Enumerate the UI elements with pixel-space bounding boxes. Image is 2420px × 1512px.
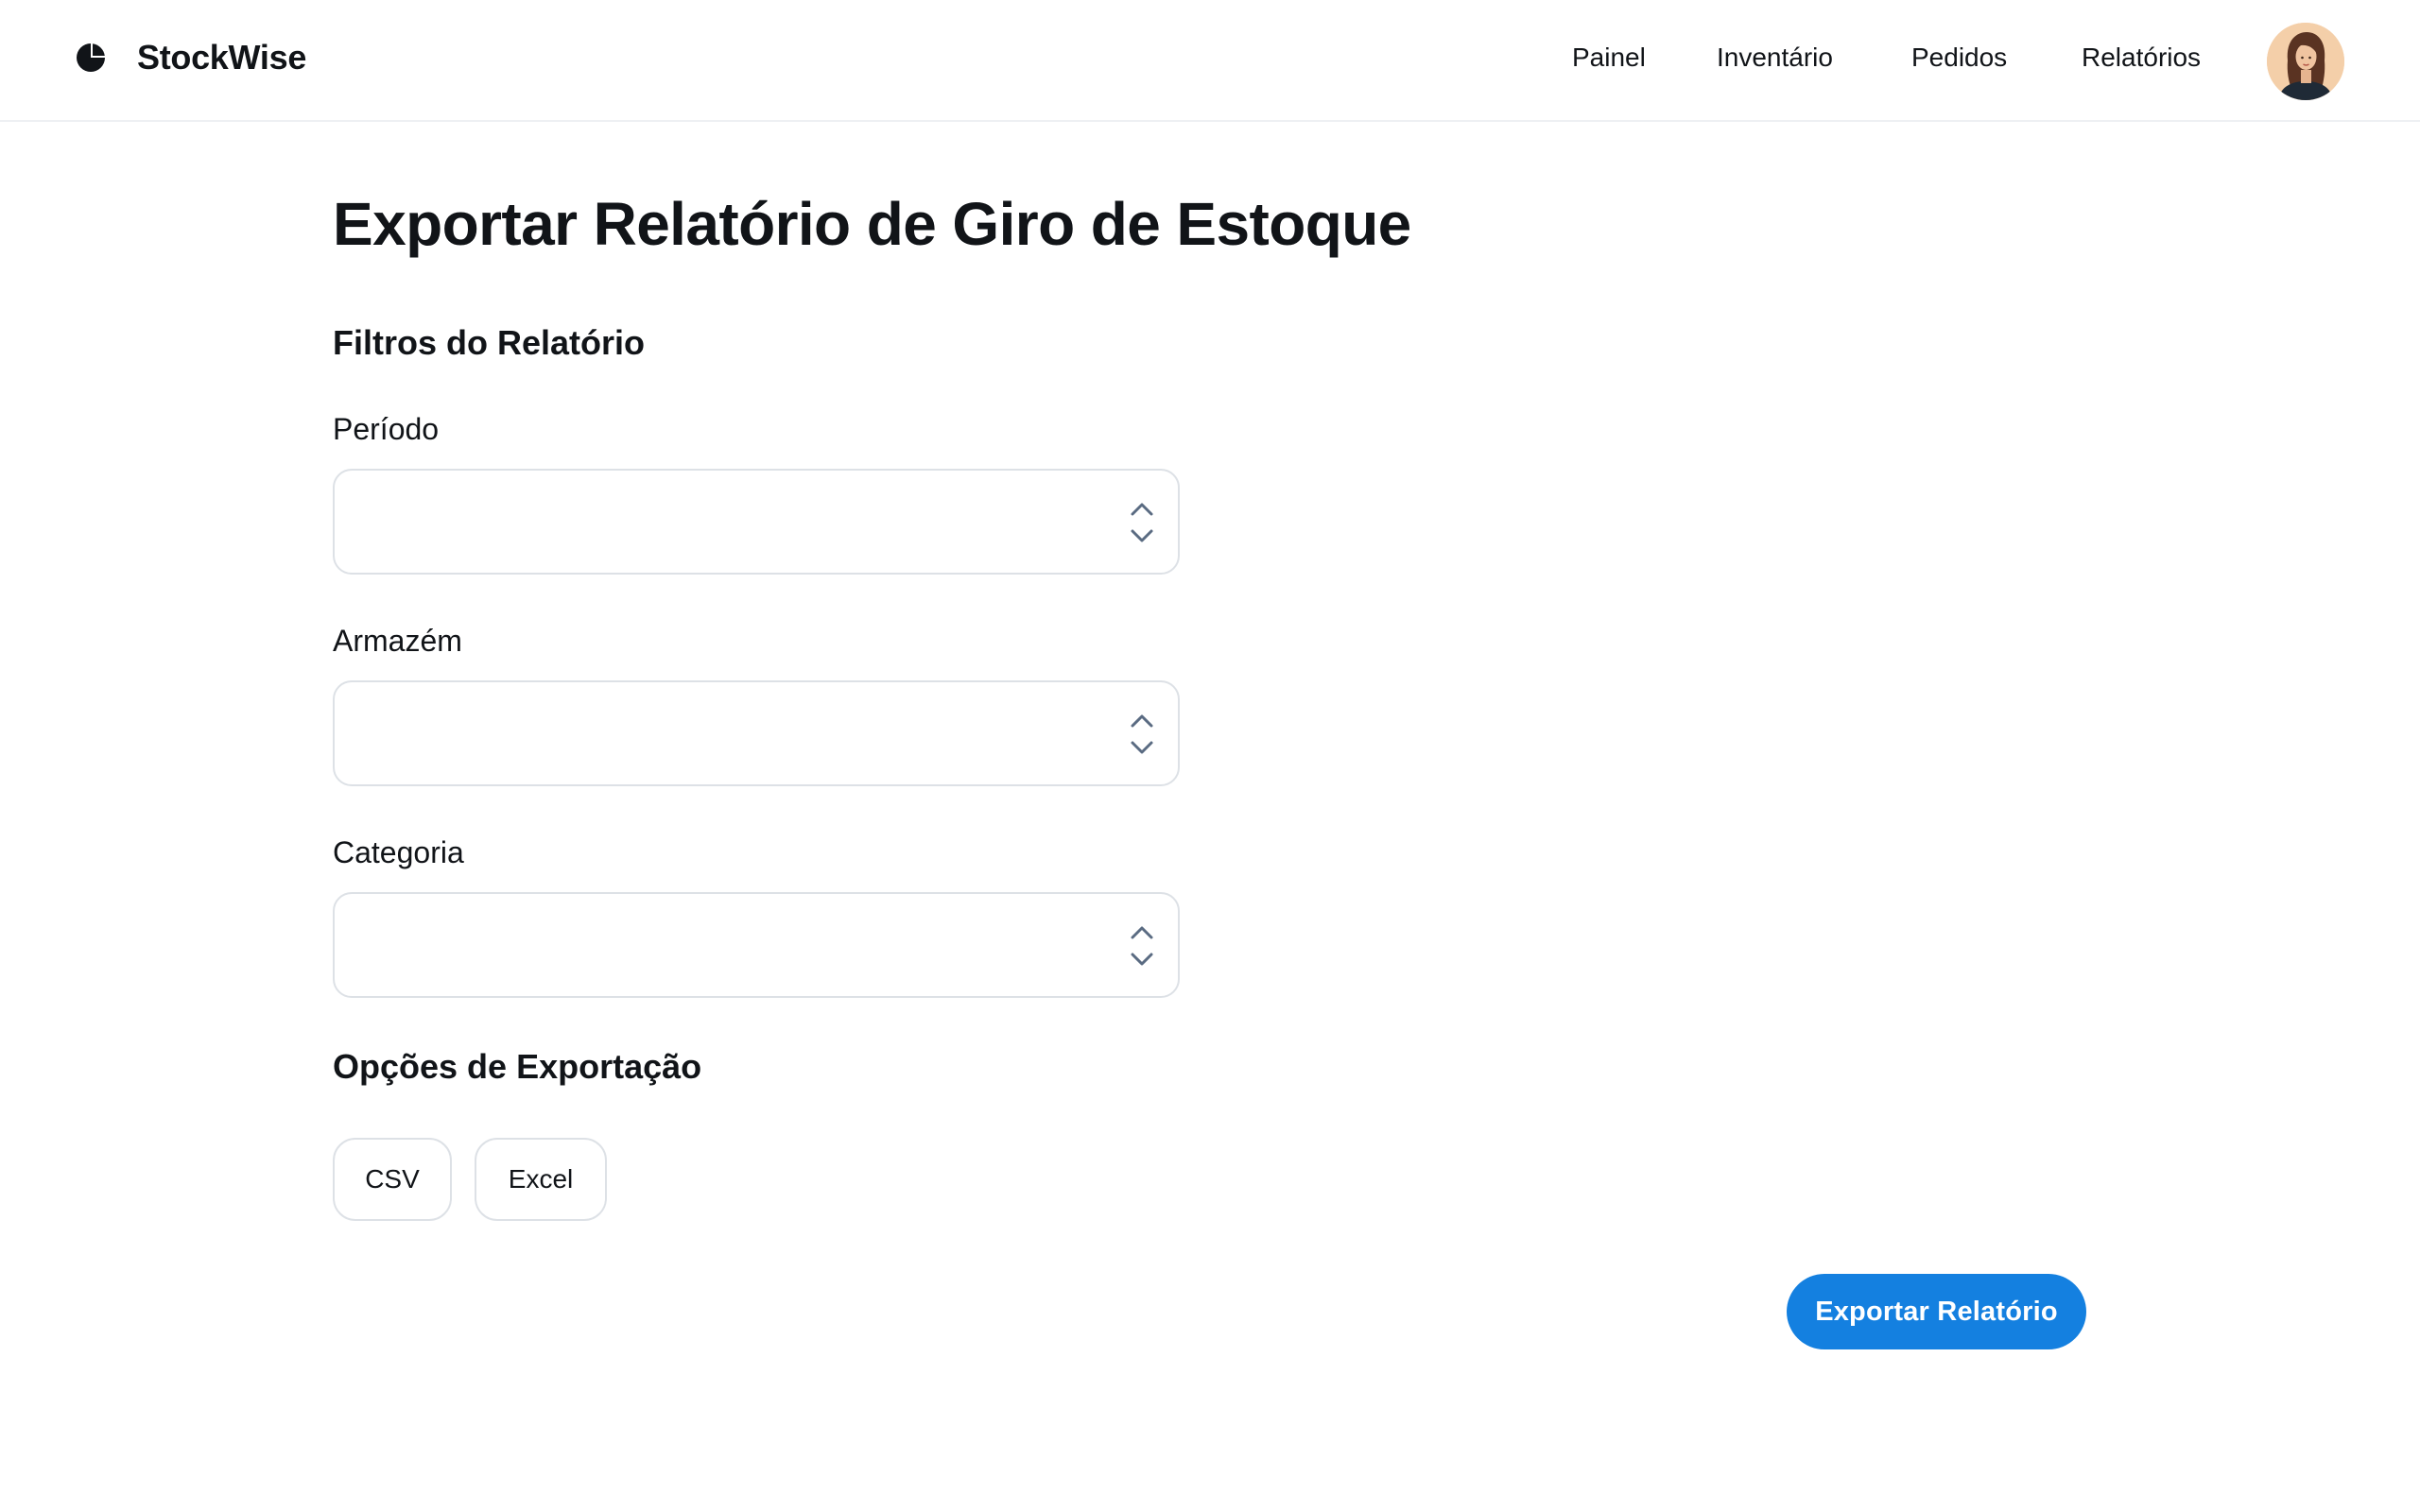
warehouse-label: Armazém — [333, 624, 462, 658]
chevron-up-down-icon — [1131, 714, 1153, 754]
chevron-up-down-icon — [1131, 926, 1153, 966]
brand[interactable]: StockWise — [76, 38, 306, 77]
top-navigation-bar: StockWise Painel Inventário Pedidos Rela… — [0, 0, 2420, 122]
category-select[interactable] — [333, 892, 1180, 998]
filters-heading: Filtros do Relatório — [333, 323, 646, 362]
user-avatar[interactable] — [2267, 23, 2344, 100]
nav-item-inventario[interactable]: Inventário — [1717, 43, 1833, 73]
nav-item-pedidos[interactable]: Pedidos — [1911, 43, 2007, 73]
category-label: Categoria — [333, 835, 464, 869]
warehouse-select[interactable] — [333, 680, 1180, 786]
period-select[interactable] — [333, 469, 1180, 575]
nav-item-painel[interactable]: Painel — [1572, 43, 1646, 73]
nav-item-relatorios[interactable]: Relatórios — [2082, 43, 2201, 73]
period-label: Período — [333, 412, 440, 446]
export-options-heading: Opções de Exportação — [333, 1047, 702, 1086]
stockwise-logo-icon — [77, 43, 105, 72]
format-excel-button[interactable]: Excel — [475, 1138, 607, 1221]
export-report-button[interactable]: Exportar Relatório — [1787, 1274, 2086, 1349]
chevron-up-down-icon — [1131, 503, 1153, 542]
user-avatar-icon — [2267, 23, 2344, 100]
brand-name: StockWise — [137, 38, 307, 77]
page-title: Exportar Relatório de Giro de Estoque — [333, 190, 1411, 258]
format-csv-button[interactable]: CSV — [333, 1138, 452, 1221]
